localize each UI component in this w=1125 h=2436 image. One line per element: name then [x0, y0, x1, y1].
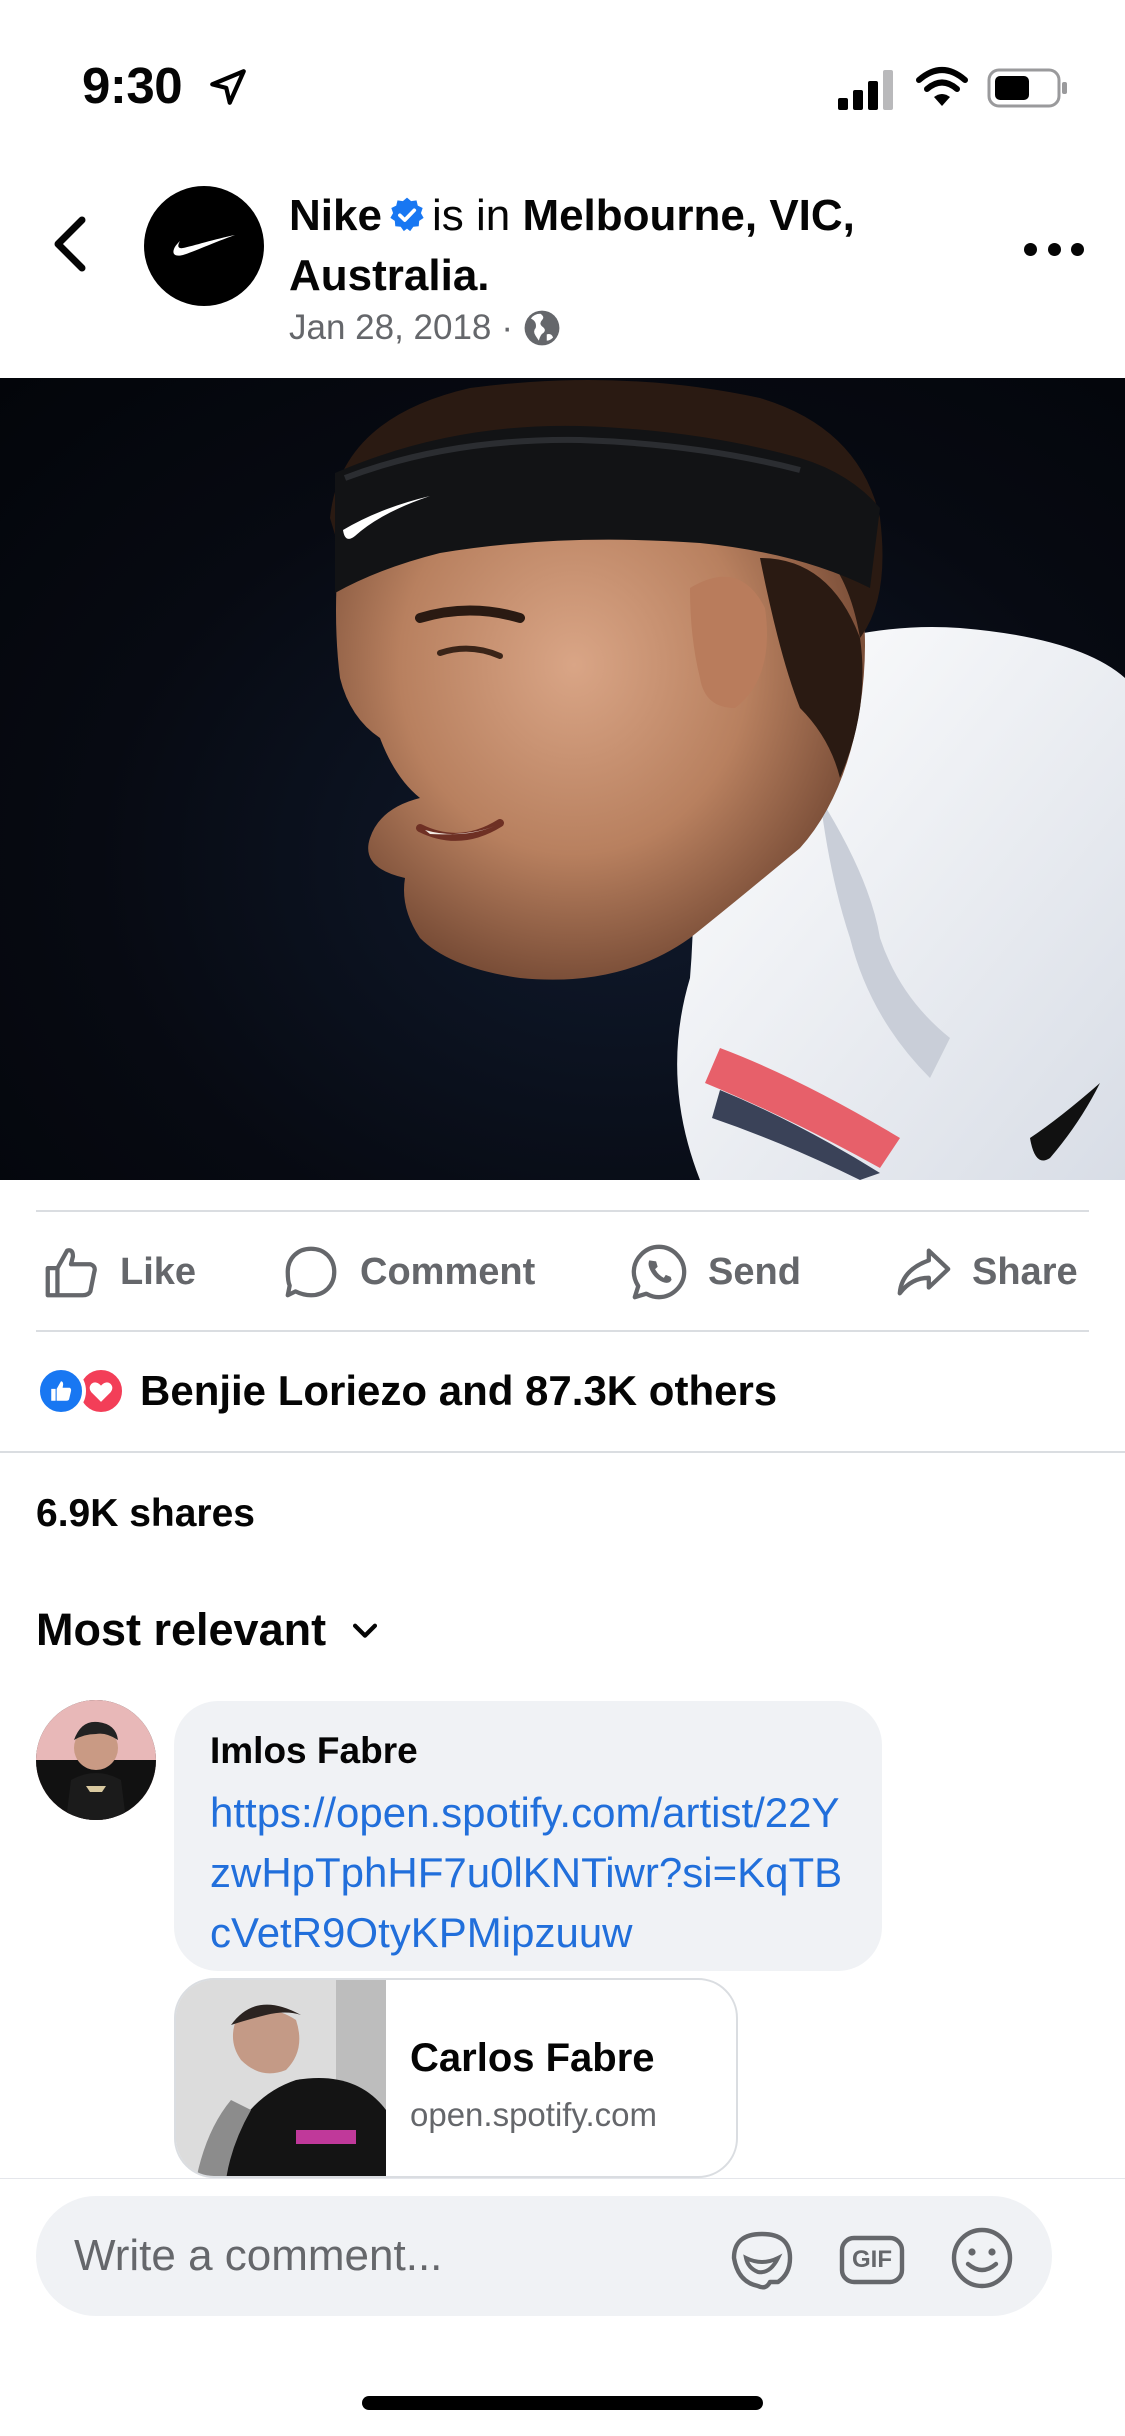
commenter-avatar[interactable]	[36, 1700, 156, 1820]
send-label: Send	[708, 1250, 801, 1293]
reactions-summary-text: Benjie Loriezo and 87.3K others	[140, 1367, 778, 1414]
dot	[1047, 242, 1061, 256]
post-photo[interactable]	[0, 378, 1125, 1180]
chevron-left-icon	[54, 216, 86, 272]
comment-composer: GIF	[36, 2196, 1052, 2316]
battery-icon	[987, 68, 1067, 108]
comment-icon	[285, 1246, 337, 1298]
emoji-icon[interactable]	[946, 2222, 1018, 2294]
action-bar: Like Comment Send Share	[0, 1213, 1125, 1331]
globe-icon	[524, 310, 560, 346]
like-reaction-icon	[36, 1366, 86, 1416]
divider	[0, 1451, 1125, 1453]
link-preview-title: Carlos Fabre	[410, 2036, 655, 2080]
share-label: Share	[972, 1250, 1078, 1293]
reactions-summary[interactable]: Benjie Loriezo and 87.3K others	[36, 1360, 777, 1422]
sort-label: Most relevant	[36, 1604, 327, 1655]
swoosh-logo	[173, 235, 235, 256]
shares-count[interactable]: 6.9K shares	[36, 1492, 255, 1536]
divider	[36, 1210, 1089, 1212]
post-meta: Jan 28, 2018 ·	[289, 308, 561, 348]
dot	[1024, 242, 1037, 256]
wifi-icon	[916, 67, 968, 106]
comment-button[interactable]: Comment	[280, 1239, 535, 1305]
comment-input[interactable]	[74, 2196, 714, 2316]
comment-label: Comment	[360, 1250, 536, 1293]
page-name[interactable]: Nike	[289, 191, 382, 240]
share-arrow-icon	[897, 1248, 951, 1296]
post-photo-art	[330, 380, 1125, 1180]
thumbs-up-icon	[45, 1248, 97, 1298]
share-button[interactable]: Share	[892, 1239, 1078, 1305]
sticker-icon[interactable]	[726, 2222, 798, 2294]
like-label: Like	[120, 1250, 197, 1293]
commenter-avatar-art	[36, 1700, 156, 1820]
comment-sort-dropdown[interactable]: Most relevant	[36, 1600, 382, 1660]
post-date[interactable]: Jan 28, 2018	[289, 308, 491, 348]
comment-author[interactable]: Imlos Fabre	[210, 1727, 846, 1775]
link-preview-domain: open.spotify.com	[410, 2096, 658, 2133]
chevron-down-icon	[353, 1623, 378, 1638]
more-options-button[interactable]	[1024, 234, 1084, 264]
back-button[interactable]	[46, 212, 94, 276]
post-author-line: Nike is in Melbourne, VIC, Australia.	[289, 186, 1009, 306]
location-arrow-icon	[210, 69, 246, 105]
gif-button[interactable]: GIF	[836, 2222, 908, 2294]
status-bar: 9:30	[0, 0, 1125, 150]
gif-label: GIF	[852, 2246, 892, 2273]
divider	[36, 1330, 1089, 1332]
page-avatar[interactable]	[144, 186, 264, 306]
link-preview-thumbnail	[176, 1980, 386, 2176]
comment-bubble[interactable]: Imlos Fabre https://open.spotify.com/art…	[174, 1701, 882, 1971]
meta-separator: ·	[501, 308, 514, 347]
send-button[interactable]: Send	[628, 1239, 801, 1305]
post-header: Nike is in Melbourne, VIC, Australia. Jan…	[0, 150, 1125, 378]
comment-link[interactable]: https://open.spotify.com/artist/22YzwHpT…	[210, 1783, 860, 1963]
link-preview-card[interactable]: Carlos Fabre open.spotify.com	[174, 1978, 738, 2178]
home-indicator[interactable]	[362, 2396, 763, 2410]
signal-icon	[838, 70, 893, 110]
status-time: 9:30	[82, 57, 183, 114]
whatsapp-icon	[631, 1244, 687, 1300]
like-button[interactable]: Like	[40, 1239, 196, 1305]
verified-badge-icon	[390, 197, 424, 232]
is-in-text: is in	[431, 191, 511, 240]
link-thumbnail-art	[176, 1980, 386, 2176]
dot	[1071, 242, 1084, 256]
